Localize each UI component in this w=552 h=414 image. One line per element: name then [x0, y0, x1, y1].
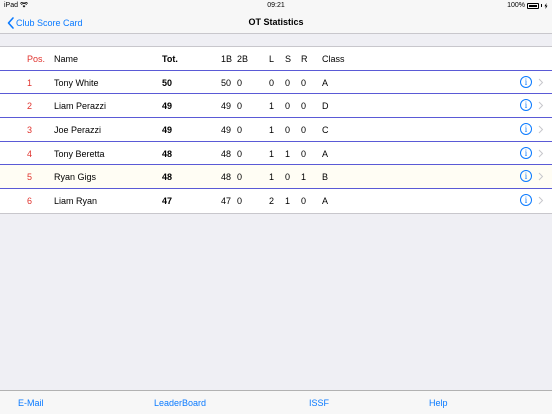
- table-row[interactable]: 3 Joe Perazzi 49 49 0 1 0 0 C i: [0, 118, 552, 142]
- row-name: Tony Beretta: [54, 148, 105, 159]
- row-l: 1: [269, 172, 275, 183]
- row-total: 50: [162, 77, 173, 88]
- row-r: 0: [301, 148, 307, 159]
- row-total: 48: [162, 148, 173, 159]
- battery-percent: 100%: [507, 2, 525, 9]
- status-right: 100%: [507, 2, 548, 9]
- row-1b: 48: [221, 148, 232, 159]
- row-s: 0: [285, 101, 291, 112]
- row-class: A: [322, 148, 329, 159]
- info-icon[interactable]: i: [520, 123, 532, 136]
- row-2b: 0: [237, 172, 243, 183]
- header-s: S: [285, 54, 292, 64]
- header-pos: Pos.: [27, 54, 46, 64]
- row-pos: 4: [27, 148, 33, 159]
- row-class: A: [322, 196, 329, 207]
- row-class: B: [322, 172, 329, 183]
- row-r: 0: [301, 196, 307, 207]
- chevron-right-icon: [538, 173, 544, 181]
- row-name: Joe Perazzi: [54, 125, 102, 136]
- header-l: L: [269, 54, 275, 64]
- row-1b: 47: [221, 196, 232, 207]
- row-1b: 50: [221, 77, 232, 88]
- row-l: 1: [269, 101, 275, 112]
- row-class: C: [322, 125, 329, 136]
- chevron-right-icon: [538, 78, 544, 87]
- row-name: Liam Perazzi: [54, 101, 107, 112]
- row-pos: 6: [27, 196, 33, 207]
- table-row[interactable]: 1 Tony White 50 50 0 0 0 0 A i: [0, 71, 552, 95]
- header-r: R: [301, 54, 308, 64]
- row-pos: 5: [27, 172, 33, 183]
- row-l: 1: [269, 125, 275, 136]
- row-1b: 49: [221, 125, 232, 136]
- table-row[interactable]: 5 Ryan Gigs 48 48 0 1 0 1 B i: [0, 165, 552, 190]
- table-header-row: Pos. Name Tot. 1B 2B L S R Class: [0, 47, 552, 71]
- row-total: 49: [162, 101, 173, 112]
- row-l: 0: [269, 77, 275, 88]
- page-title: OT Statistics: [248, 17, 304, 27]
- row-l: 2: [269, 196, 275, 207]
- issf-button[interactable]: ISSF: [309, 398, 329, 408]
- row-pos: 2: [27, 101, 33, 112]
- row-2b: 0: [237, 125, 243, 136]
- info-icon[interactable]: i: [520, 75, 532, 88]
- row-2b: 0: [237, 196, 243, 207]
- email-button[interactable]: E-Mail: [18, 398, 44, 408]
- header-name: Name: [54, 54, 79, 64]
- header-total: Tot.: [162, 54, 178, 64]
- row-pos: 1: [27, 77, 33, 88]
- row-total: 47: [162, 196, 173, 207]
- row-1b: 48: [221, 172, 232, 183]
- row-s: 0: [285, 77, 291, 88]
- row-2b: 0: [237, 77, 243, 88]
- chevron-right-icon: [538, 102, 544, 110]
- row-1b: 49: [221, 101, 232, 112]
- row-r: 0: [301, 101, 307, 112]
- chevron-right-icon: [538, 149, 544, 158]
- row-total: 49: [162, 125, 173, 136]
- help-button[interactable]: Help: [429, 398, 448, 408]
- row-name: Liam Ryan: [54, 196, 98, 207]
- row-s: 1: [285, 196, 291, 207]
- row-class: A: [322, 77, 329, 88]
- row-s: 1: [285, 148, 291, 159]
- row-2b: 0: [237, 148, 243, 159]
- chevron-right-icon: [538, 125, 544, 134]
- header-2b: 2B: [237, 54, 249, 64]
- status-bar: iPad 09:21 100%: [0, 0, 552, 12]
- table-row[interactable]: 4 Tony Beretta 48 48 0 1 1 0 A i: [0, 142, 552, 166]
- table-row[interactable]: 2 Liam Perazzi 49 49 0 1 0 0 D i: [0, 94, 552, 119]
- info-icon[interactable]: i: [520, 146, 532, 159]
- battery-icon: [527, 2, 539, 9]
- row-name: Ryan Gigs: [54, 172, 97, 183]
- status-time: 09:21: [267, 2, 285, 9]
- header-1b: 1B: [221, 54, 233, 64]
- statistics-table: Pos. Name Tot. 1B 2B L S R Class 1 Tony …: [0, 46, 552, 214]
- row-name: Tony White: [54, 77, 99, 88]
- info-icon[interactable]: i: [520, 194, 532, 207]
- row-r: 1: [301, 172, 307, 183]
- info-icon[interactable]: i: [520, 170, 532, 183]
- row-2b: 0: [237, 101, 243, 112]
- row-s: 0: [285, 172, 291, 183]
- header-class: Class: [322, 54, 345, 64]
- navigation-bar: Club Score Card OT Statistics: [0, 12, 552, 34]
- row-total: 48: [162, 172, 173, 183]
- row-r: 0: [301, 77, 307, 88]
- battery-nub: [541, 4, 542, 7]
- leaderboard-button[interactable]: LeaderBoard: [154, 398, 206, 408]
- row-pos: 3: [27, 125, 33, 136]
- row-r: 0: [301, 125, 307, 136]
- charging-icon: [544, 2, 548, 9]
- row-s: 0: [285, 125, 291, 136]
- info-icon[interactable]: i: [520, 99, 532, 112]
- row-class: D: [322, 101, 329, 112]
- chevron-right-icon: [538, 196, 544, 205]
- table-row[interactable]: 6 Liam Ryan 47 47 0 2 1 0 A i: [0, 189, 552, 213]
- bottom-toolbar: E-Mail LeaderBoard ISSF Help: [0, 390, 552, 414]
- row-l: 1: [269, 148, 275, 159]
